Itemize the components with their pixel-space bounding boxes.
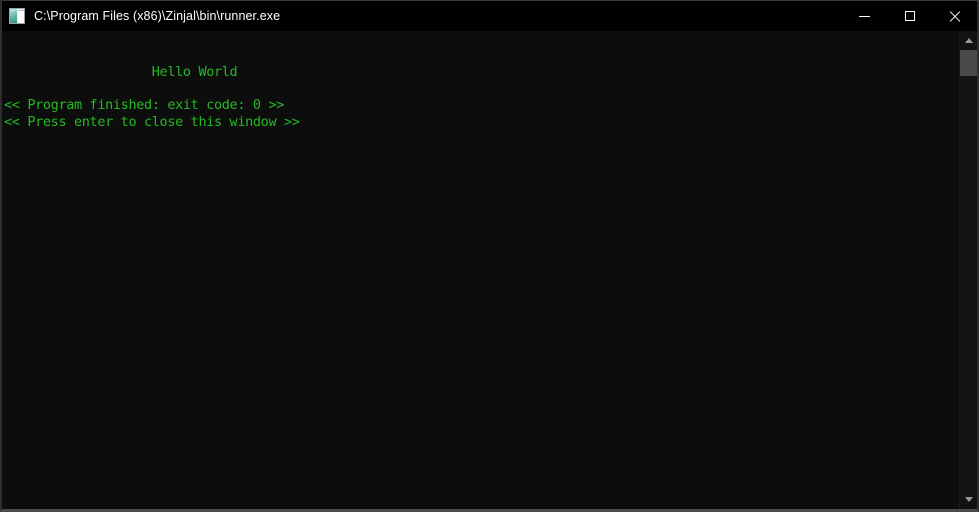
minimize-icon	[859, 15, 870, 17]
maximize-icon	[904, 11, 915, 21]
program-window-icon	[9, 8, 25, 24]
window-body: Hello World << Program finished: exit co…	[2, 31, 977, 509]
chevron-down-icon	[964, 497, 973, 502]
scrollbar-thumb[interactable]	[960, 50, 977, 76]
window-title: C:\Program Files (x86)\Zinjal\bin\runner…	[34, 9, 281, 23]
maximize-button[interactable]	[887, 1, 932, 31]
caption-button-group	[842, 1, 977, 31]
vertical-scrollbar[interactable]	[959, 31, 977, 509]
scrollbar-up-button[interactable]	[960, 31, 977, 50]
app-icon-left-pane	[10, 9, 17, 23]
close-button[interactable]	[932, 1, 977, 31]
app-icon-right-pane	[18, 10, 24, 23]
scrollbar-down-button[interactable]	[960, 490, 977, 509]
console-text: Hello World << Program finished: exit co…	[4, 64, 300, 130]
console-window: C:\Program Files (x86)\Zinjal\bin\runner…	[0, 0, 979, 512]
minimize-button[interactable]	[842, 1, 887, 31]
window-titlebar[interactable]: C:\Program Files (x86)\Zinjal\bin\runner…	[2, 1, 977, 31]
console-output-area[interactable]: Hello World << Program finished: exit co…	[2, 31, 959, 509]
chevron-up-icon	[964, 38, 973, 43]
close-icon	[949, 11, 960, 22]
scrollbar-track[interactable]	[960, 50, 977, 490]
